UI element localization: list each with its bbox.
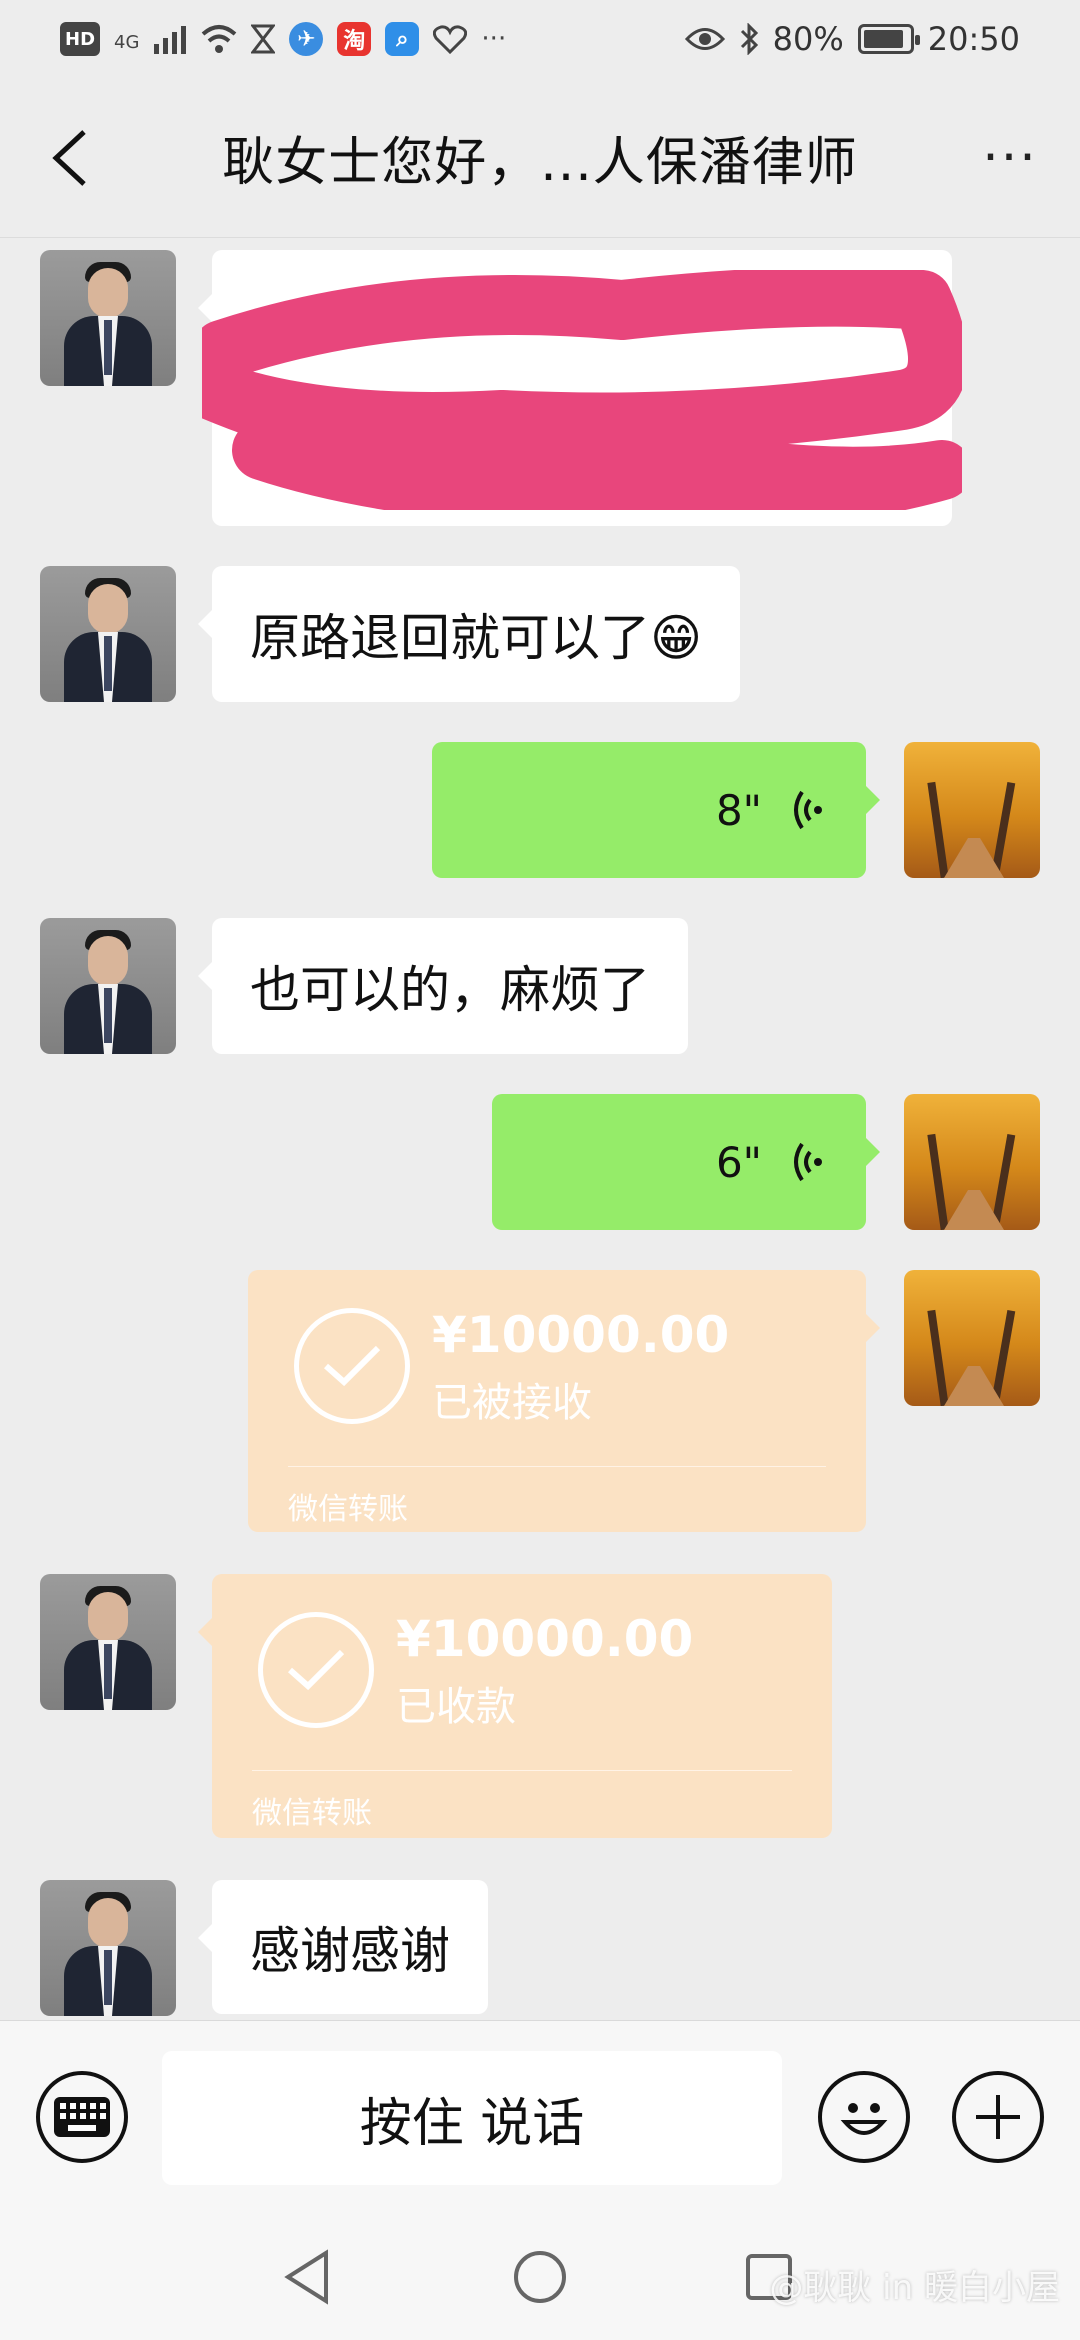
chat-header: 耿女士您好，...人保潘律师 ···	[0, 78, 1080, 238]
message-list[interactable]: 原路退回就可以了😁 8" 也可以的，麻烦了 6" ¥10000.00 已被接收 …	[0, 238, 1080, 2020]
check-circle-icon	[258, 1612, 374, 1728]
voice-duration: 8"	[715, 785, 762, 835]
back-button[interactable]	[30, 118, 110, 198]
message-text: 原路退回就可以了😁	[250, 609, 703, 667]
status-left: HD 4G ✈ 淘 ⌕ ···	[60, 19, 506, 59]
circle-home-icon	[514, 2251, 566, 2303]
system-nav-bar: @耿耿 in 暖白小屋	[0, 2220, 1080, 2340]
voice-wave-icon	[794, 790, 822, 830]
more-options-button[interactable]: ···	[970, 118, 1050, 198]
transfer-status: 已收款	[396, 1684, 516, 1730]
my-avatar[interactable]	[904, 742, 1040, 878]
voice-message-bubble[interactable]: 8"	[432, 742, 880, 878]
contact-avatar[interactable]	[40, 1574, 176, 1710]
voice-message-bubble[interactable]: 6"	[492, 1094, 880, 1230]
health-app-icon	[433, 22, 468, 56]
eye-icon	[684, 22, 725, 56]
hold-to-talk-button[interactable]: 按住 说话	[162, 2051, 782, 2185]
nav-home-button[interactable]	[505, 2242, 575, 2312]
more-notifications-icon: ···	[481, 24, 507, 54]
message-text: 感谢感谢	[250, 1922, 450, 1980]
plus-icon	[976, 2095, 1020, 2139]
keyboard-toggle-button[interactable]	[36, 2071, 128, 2163]
status-bar: HD 4G ✈ 淘 ⌕ ··· 80% 20:50	[0, 0, 1080, 78]
transfer-status: 已被接收	[432, 1380, 592, 1426]
clock: 20:50	[927, 20, 1020, 58]
add-more-button[interactable]	[952, 2071, 1044, 2163]
wifi-icon	[201, 22, 237, 56]
contact-avatar[interactable]	[40, 918, 176, 1054]
back-arrow-icon	[52, 129, 86, 186]
hd-icon: HD	[60, 22, 101, 56]
taobao-app-icon: 淘	[337, 22, 372, 56]
contact-avatar[interactable]	[40, 250, 176, 386]
keyboard-icon	[54, 2097, 110, 2137]
status-right: 80% 20:50	[684, 20, 1020, 58]
signal-icon	[153, 22, 187, 56]
voice-wave-icon	[794, 1142, 822, 1182]
message-bubble-text[interactable]: 也可以的，麻烦了	[198, 918, 688, 1054]
transfer-label: 微信转账	[288, 1492, 408, 1527]
my-avatar[interactable]	[904, 1094, 1040, 1230]
triangle-back-icon	[284, 2249, 328, 2305]
chat-title: 耿女士您好，...人保潘律师	[222, 133, 858, 193]
battery-percent: 80%	[772, 20, 844, 58]
message-bubble-redacted[interactable]	[198, 250, 962, 526]
message-bubble-text[interactable]: 原路退回就可以了😁	[197, 566, 741, 702]
input-bar: 按住 说话	[0, 2020, 1080, 2220]
emoji-button[interactable]	[818, 2071, 910, 2163]
bluetooth-icon	[739, 22, 759, 56]
check-circle-icon	[294, 1308, 410, 1424]
transfer-amount: ¥10000.00	[432, 1306, 730, 1364]
transfer-divider	[288, 1466, 826, 1467]
battery-icon	[857, 24, 920, 54]
redaction-scribble	[202, 270, 962, 510]
hourglass-icon	[251, 22, 276, 56]
transfer-card-received[interactable]: ¥10000.00 已收款 微信转账	[198, 1574, 832, 1838]
message-bubble-text[interactable]: 感谢感谢	[198, 1880, 488, 2014]
transfer-amount: ¥10000.00	[396, 1610, 694, 1668]
watermark-text: @耿耿 in 暖白小屋	[769, 2268, 1060, 2308]
voice-duration: 6"	[715, 1137, 762, 1187]
nav-back-button[interactable]	[272, 2242, 342, 2312]
smiley-icon	[840, 2103, 888, 2135]
network-type: 4G	[114, 31, 140, 53]
contact-avatar[interactable]	[40, 1880, 176, 2016]
message-text: 也可以的，麻烦了	[250, 961, 650, 1019]
transfer-card-sent[interactable]: ¥10000.00 已被接收 微信转账	[248, 1270, 880, 1532]
transfer-divider	[252, 1770, 792, 1771]
contact-avatar[interactable]	[40, 566, 176, 702]
browser-app-icon: ✈	[289, 22, 324, 56]
my-avatar[interactable]	[904, 1270, 1040, 1406]
transfer-label: 微信转账	[252, 1796, 372, 1831]
search-app-icon: ⌕	[385, 22, 420, 56]
